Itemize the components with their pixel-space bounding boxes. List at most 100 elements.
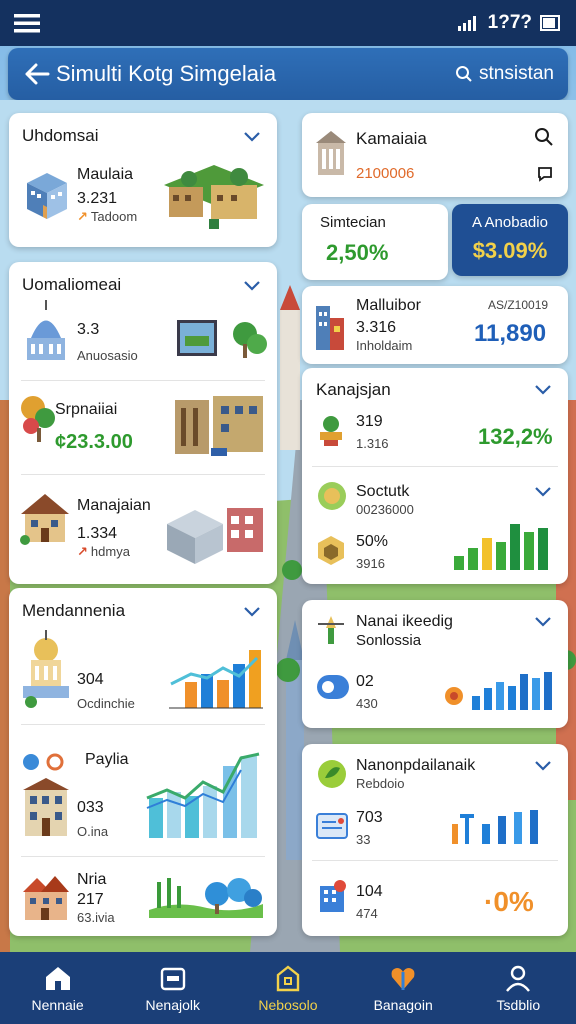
stat-card-right[interactable]: A Anobadio $3.09% <box>452 204 568 276</box>
item-info: Nanonpdailanaik Rebdoio <box>356 756 475 792</box>
status-time: 1?7? <box>487 12 532 33</box>
item-info: 02 430 <box>356 672 378 712</box>
chevron-down-icon[interactable] <box>532 754 554 776</box>
item-info: Malluibor 3.316 Inholdaim <box>356 296 421 354</box>
office-building-icon <box>27 173 67 219</box>
trend-up-icon: ↗ <box>77 544 88 559</box>
nav-label: Banagoin <box>373 997 433 1013</box>
item-sub: hdmya <box>90 544 130 559</box>
item-info: Srpnaiiai ¢23.3.00 <box>55 400 133 455</box>
building-pin-icon <box>320 880 346 912</box>
battery-icon <box>540 15 560 31</box>
search-button[interactable]: stnsistan <box>455 63 554 85</box>
nav-label: Tsdblio <box>496 997 541 1013</box>
right-card-3[interactable]: Kanajsjan 319 1.316 132,2% Soctutk 00236… <box>302 368 568 584</box>
leaf-badge-icon <box>318 760 346 788</box>
item-value: 033 <box>77 799 104 816</box>
item-value: 50% <box>356 533 389 550</box>
item-value: 3.231 <box>77 190 118 207</box>
bottom-navigation: Nennaie Nenajolk Nebosolo Banagoin Tsdbl… <box>0 952 576 1024</box>
item-value: 304 <box>77 671 104 688</box>
card-title: Uhdomsai <box>22 126 99 145</box>
apartment-icon <box>23 778 69 836</box>
left-card-3[interactable]: Mendannenia 304 Ocdinchie Paylia 033 O.i… <box>9 588 277 936</box>
item-info: 104 474 <box>356 882 383 922</box>
item-info: 3.3 Anuosasio <box>77 320 138 364</box>
item-info: Manajaian 1.334 ↗ hdmya <box>77 496 151 560</box>
divider <box>21 380 265 381</box>
stat-card-left[interactable]: Simtecian 2,50% <box>302 204 448 280</box>
blue-bar-chart-icon <box>445 672 552 710</box>
stat-value: 2,50% <box>326 240 389 265</box>
left-card-1[interactable]: Uhdomsai Maulaia 3.231 ↗ Tadoom <box>9 113 277 247</box>
item-sub: Ocdinchie <box>77 696 135 711</box>
chevron-down-icon[interactable] <box>241 600 263 622</box>
nav-item-build[interactable]: Nebosolo <box>233 963 343 1013</box>
item-big-value: ·0% <box>484 886 534 917</box>
divider <box>21 474 265 475</box>
chevron-down-icon[interactable] <box>241 125 263 147</box>
nav-item-home[interactable]: Nennaie <box>3 963 113 1013</box>
item-name: Nria <box>77 871 107 888</box>
item-name: Soctutk <box>356 483 410 500</box>
signal-icon <box>457 16 476 31</box>
right-card-4[interactable]: Nanai ikeedig Sonlossia 02 430 <box>302 600 568 728</box>
nav-label: Nennaie <box>31 997 84 1013</box>
towers-icon <box>175 396 263 456</box>
menu-icon[interactable] <box>14 13 40 33</box>
left-card-2[interactable]: Uomaliomeai 3.3 Anuosasio Srpnaiiai ¢23.… <box>9 262 277 584</box>
line-bar-chart-icon <box>146 752 260 838</box>
chat-icon[interactable] <box>536 165 554 183</box>
townhouse-icon <box>23 876 69 920</box>
page-title: Simulti Kotg Simgelaia <box>56 61 277 86</box>
chevron-down-icon[interactable] <box>532 480 554 502</box>
item-value: 703 <box>356 809 383 826</box>
document-icon <box>316 813 348 839</box>
right-card-2[interactable]: Malluibor 3.316 Inholdaim AS/Z10019 11,8… <box>302 286 568 364</box>
item-info: 304 Ocdinchie <box>77 670 135 712</box>
gear-icon <box>23 753 64 771</box>
item-info: Maulaia 3.231 ↗ Tadoom <box>77 165 137 225</box>
item-info: 50% 3916 <box>356 532 388 572</box>
item-info: 033 O.ina <box>77 798 108 840</box>
card-title: Nanonpdailanaik <box>356 757 476 774</box>
house-icon <box>20 494 69 545</box>
nav-item-profile[interactable]: Tsdblio <box>463 963 573 1013</box>
item-sub: 33 <box>356 832 371 847</box>
item-name: 3.3 <box>77 321 100 338</box>
card-title: Kanajsjan <box>316 380 391 399</box>
status-bar: 1?7? <box>0 0 576 46</box>
green-bar-chart-icon <box>454 524 548 570</box>
search-label: stnsistan <box>479 63 554 84</box>
building-icon <box>276 965 300 992</box>
search-icon[interactable] <box>534 127 554 147</box>
item-name: Malluibor <box>356 297 421 314</box>
divider <box>21 856 265 857</box>
stat-label: Simtecian <box>320 214 386 231</box>
search-icon <box>456 66 472 82</box>
item-info: Soctutk 00236000 <box>356 482 414 518</box>
chevron-down-icon[interactable] <box>532 378 554 400</box>
item-name: Manajaian <box>77 497 151 514</box>
card-subtitle: Rebdoio <box>356 776 405 791</box>
card-title: Nanai ikeedig <box>356 613 453 630</box>
chevron-down-icon[interactable] <box>532 610 554 632</box>
item-sub: 1.316 <box>356 436 389 451</box>
item-value: 104 <box>356 883 383 900</box>
item-value: 1.334 <box>77 525 118 542</box>
item-info: Nria 217 63.ivia <box>77 870 115 926</box>
back-arrow-icon[interactable] <box>24 63 50 85</box>
app-bar: Simulti Kotg Simgelaia stnsistan <box>8 48 568 100</box>
nav-item-budget[interactable]: Banagoin <box>348 963 458 1013</box>
chevron-down-icon[interactable] <box>241 274 263 296</box>
park-trees-icon <box>149 878 263 918</box>
box-icon <box>160 967 185 991</box>
bar-chart-icon <box>169 650 263 709</box>
nav-item-manage[interactable]: Nenajolk <box>118 963 228 1013</box>
right-card-5[interactable]: Nanonpdailanaik Rebdoio 703 33 104 474 ·… <box>302 744 568 936</box>
right-card-1[interactable]: Kamaiaia 2100006 <box>302 113 568 197</box>
user-icon <box>506 965 531 992</box>
factory-buildings-icon <box>167 508 263 564</box>
dome-building-icon <box>27 300 65 360</box>
item-value: 217 <box>77 891 104 908</box>
